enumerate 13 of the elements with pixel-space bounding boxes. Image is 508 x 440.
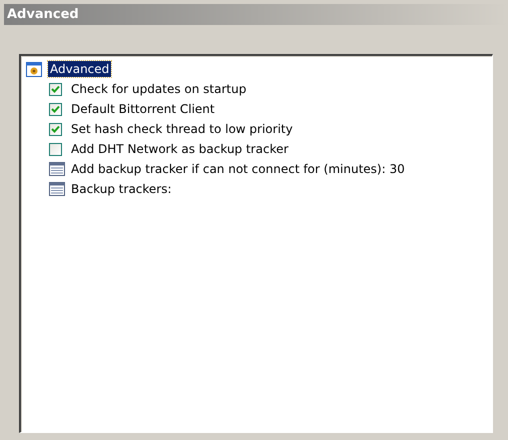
option-label: Default Bittorrent Client: [71, 102, 215, 116]
checkbox[interactable]: [49, 142, 62, 156]
option-label: Check for updates on startup: [71, 82, 246, 96]
tree-root-item[interactable]: Advanced: [48, 61, 112, 77]
checkbox[interactable]: [49, 122, 62, 136]
option-label: Backup trackers:: [71, 182, 172, 196]
edit-field-icon: [49, 162, 65, 176]
checkbox[interactable]: [49, 82, 62, 96]
option-label: Add backup tracker if can not connect for (minutes): 30: [71, 162, 405, 176]
option-label: Set hash check thread to low priority: [71, 122, 293, 136]
checkbox[interactable]: [49, 102, 62, 116]
edit-field-icon: [49, 182, 65, 196]
option-label: Add DHT Network as backup tracker: [71, 142, 288, 156]
